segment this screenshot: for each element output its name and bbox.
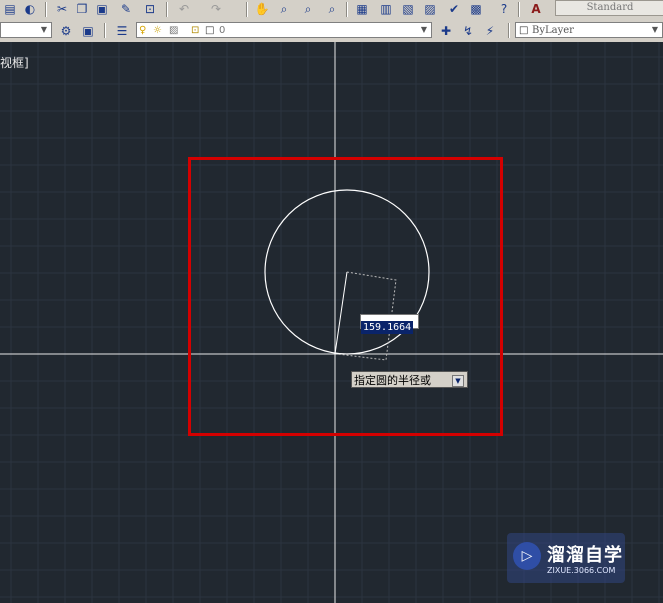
workspace-combo[interactable]: ▼: [0, 22, 52, 38]
lock-icon[interactable]: ⊡: [191, 23, 199, 39]
make-current-icon[interactable]: ✚: [438, 23, 454, 39]
toolbar-separator: [246, 2, 248, 17]
copy-icon[interactable]: ❐: [74, 1, 90, 17]
cut-icon[interactable]: ✂: [54, 1, 70, 17]
layer-states-icon[interactable]: ⚡: [482, 23, 498, 39]
layers-toolbar: ▼ ⚙ ▣ ☰ ♀ ☼ ▨ ⊡ □ 0 ▼ ✚ ↯ ⚡ □ ByLayer ▼: [0, 20, 663, 43]
help-icon[interactable]: ?: [496, 1, 512, 17]
toolbar-separator: [518, 2, 520, 17]
standard-toolbar: ▤ ◐ ✂ ❐ ▣ ✎ ⊡ ↶ ↷ ✋ ⌕ ⌕ ⌕ ▦ ▥ ▧ ▨ ✔ ▩ ? …: [0, 0, 663, 21]
new-icon[interactable]: ▤: [2, 1, 18, 17]
match-properties-icon[interactable]: ✎: [118, 1, 134, 17]
layer-viewport-icon[interactable]: ▨: [169, 23, 178, 39]
prompt-text: 指定圆的半径或: [354, 374, 431, 387]
zoom-window-icon[interactable]: ⌕: [300, 1, 316, 17]
watermark: ▷ 溜溜自学 ZIXUE.3066.COM: [507, 533, 625, 583]
viewport-label: 视框]: [0, 56, 29, 70]
pan-icon[interactable]: ✋: [254, 1, 270, 17]
markup-icon[interactable]: ✔: [446, 1, 462, 17]
block-editor-icon[interactable]: ⊡: [142, 1, 158, 17]
color-value: ByLayer: [532, 25, 574, 36]
sheet-set-icon[interactable]: ▨: [422, 1, 438, 17]
text-style-combo[interactable]: Standard: [555, 0, 663, 16]
chevron-down-icon[interactable]: ▼: [452, 375, 464, 387]
chevron-down-icon: ▼: [40, 25, 48, 34]
toolbar-separator: [346, 2, 348, 17]
chevron-down-icon: ▼: [651, 25, 659, 34]
color-swatch-icon: □: [205, 25, 215, 36]
layer-value: 0: [219, 25, 226, 36]
workspace-settings-icon[interactable]: ▣: [80, 23, 96, 39]
dynamic-input-prompt[interactable]: 指定圆的半径或 ▼: [351, 371, 468, 388]
zoom-realtime-icon[interactable]: ⌕: [276, 1, 292, 17]
toolbar-separator: [166, 2, 168, 17]
toolbar-separator: [508, 23, 510, 38]
properties-icon[interactable]: ▦: [354, 1, 370, 17]
zoom-previous-icon[interactable]: ⌕: [324, 1, 340, 17]
tool-palettes-icon[interactable]: ▧: [400, 1, 416, 17]
settings-icon[interactable]: ⚙: [58, 23, 74, 39]
highlight-box: [188, 157, 503, 436]
layer-combo[interactable]: ♀ ☼ ▨ ⊡ □ 0 ▼: [136, 22, 432, 38]
color-combo[interactable]: □ ByLayer ▼: [515, 22, 663, 38]
chevron-down-icon: ▼: [420, 25, 428, 34]
toolbar-separator: [104, 23, 106, 38]
color-swatch-icon: □: [519, 25, 529, 36]
play-logo-icon: ▷: [513, 542, 541, 570]
text-style-icon[interactable]: A: [528, 1, 544, 17]
light-bulb-icon[interactable]: ♀: [139, 23, 146, 39]
toolbar-separator: [45, 2, 47, 17]
watermark-title: 溜溜自学: [547, 545, 623, 566]
paste-icon[interactable]: ▣: [94, 1, 110, 17]
design-center-icon[interactable]: ▥: [378, 1, 394, 17]
layer-manager-icon[interactable]: ☰: [114, 23, 130, 39]
quickcalc-icon[interactable]: ▩: [468, 1, 484, 17]
undo-icon[interactable]: ↶: [176, 1, 192, 17]
layer-previous-icon[interactable]: ↯: [460, 23, 476, 39]
radius-input[interactable]: 159.1664: [360, 314, 419, 334]
redo-icon[interactable]: ↷: [208, 1, 224, 17]
open-icon[interactable]: ◐: [22, 1, 38, 17]
radius-value: 159.1664: [361, 321, 414, 334]
watermark-subtitle: ZIXUE.3066.COM: [547, 566, 616, 575]
sun-icon[interactable]: ☼: [153, 23, 162, 39]
